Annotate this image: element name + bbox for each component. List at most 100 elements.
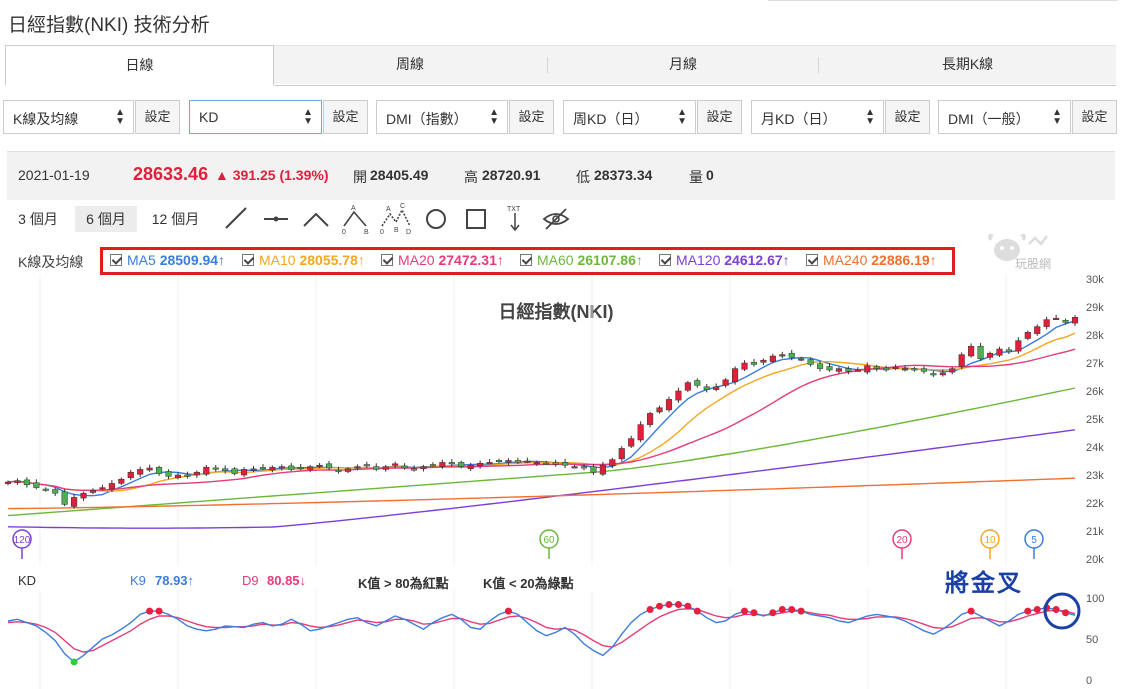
candle-body — [816, 363, 824, 369]
indicator-select-4[interactable]: 周KD（日） ▲ ▼ — [563, 100, 696, 134]
candle-body — [250, 468, 257, 471]
ma20-legend[interactable]: MA20 27472.31↑ — [381, 252, 504, 268]
tab-monthly[interactable]: 月線 — [548, 45, 818, 83]
overbought-dot — [656, 602, 664, 610]
tab-long-term[interactable]: 長期K線 — [819, 45, 1116, 83]
ma120-legend[interactable]: MA120 24612.67↑ — [659, 252, 790, 268]
ma240-legend[interactable]: MA240 22886.19↑ — [806, 252, 937, 268]
candle-body — [675, 390, 682, 401]
ma-period-marker: 10 — [980, 529, 1000, 559]
tab-daily[interactable]: 日線 — [5, 45, 274, 86]
overbought-dot — [1052, 605, 1060, 613]
hide-drawings-icon[interactable] — [542, 208, 570, 230]
settings-button[interactable]: 設定 — [1072, 100, 1117, 134]
candle-body — [533, 462, 540, 465]
candle-body — [873, 366, 880, 369]
ma-period-marker: 60 — [539, 529, 559, 559]
checkbox-icon[interactable] — [242, 254, 254, 266]
drawing-toolbar: A 0 B A C 0 B D TXT — [220, 202, 570, 236]
range-6-months[interactable]: 6 個月 — [75, 206, 137, 232]
select-value: DMI（一般） — [948, 111, 1030, 127]
candle-body — [392, 463, 399, 466]
candlestick-chart[interactable]: 日經指數(NKI) 30k 29k 28k 27k 26k 25k 24k 23k 22k 21k… — [0, 275, 1126, 565]
checkbox-icon[interactable] — [110, 254, 122, 266]
candle-body — [1062, 320, 1069, 323]
volume-value: 0 — [706, 167, 714, 183]
indicator-select-3[interactable]: DMI（指數） ▲ ▼ — [376, 100, 508, 134]
settings-button[interactable]: 設定 — [323, 100, 368, 134]
candle-body — [71, 497, 78, 507]
indicator-select-2[interactable]: KD ▲ ▼ — [189, 100, 322, 134]
candle-body — [939, 372, 946, 376]
line-tool-icon[interactable] — [220, 202, 250, 236]
select-value: K線及均線 — [13, 111, 79, 127]
candle-body — [420, 466, 427, 469]
overbought-dot — [778, 605, 786, 613]
ma-name: MA20 — [398, 252, 435, 268]
ma-value: 24612.67↑ — [724, 252, 790, 268]
candle-body — [307, 466, 314, 470]
candle-body — [845, 368, 852, 372]
indicator-select-5[interactable]: 月KD（日） ▲ ▼ — [751, 100, 884, 134]
checkbox-icon[interactable] — [381, 254, 393, 266]
candle-body — [1005, 349, 1012, 353]
candle-body — [835, 368, 842, 372]
text-tool-icon[interactable]: TXT — [507, 206, 521, 232]
select-value: 月KD（日） — [761, 111, 837, 127]
candle-body — [920, 368, 927, 372]
settings-button[interactable]: 設定 — [509, 100, 554, 134]
abcd-pattern-icon[interactable]: A C 0 B D — [380, 203, 411, 236]
overbought-dot — [769, 609, 777, 617]
overbought-dot — [504, 607, 512, 615]
candle-body — [826, 366, 833, 371]
ma60-legend[interactable]: MA60 26107.86↑ — [520, 252, 643, 268]
candle-body — [901, 368, 909, 371]
candle-body — [930, 373, 937, 376]
overbought-dot — [693, 607, 701, 615]
y-tick-label: 50 — [1086, 634, 1098, 646]
candle-body — [807, 359, 814, 365]
tab-weekly[interactable]: 周線 — [275, 45, 545, 83]
overbought-dot — [741, 607, 749, 615]
circle-tool-icon[interactable] — [426, 209, 446, 229]
candle-body — [241, 469, 248, 476]
ma10-legend[interactable]: MA10 28055.78↑ — [242, 252, 365, 268]
candle-body — [89, 490, 97, 493]
select-arrows-icon: ▲ ▼ — [115, 107, 125, 127]
angle-tool-icon[interactable] — [300, 202, 330, 236]
high-value: 28720.91 — [482, 167, 541, 183]
tool-label-txt: TXT — [507, 206, 521, 213]
range-12-months[interactable]: 12 個月 — [143, 206, 208, 232]
select-arrows-icon: ▲ ▼ — [865, 107, 875, 127]
ma-value: 27472.31↑ — [438, 252, 504, 268]
ma-name: MA240 — [823, 252, 868, 268]
checkbox-icon[interactable] — [659, 254, 671, 266]
ma5-legend[interactable]: MA5 28509.94↑ — [110, 252, 225, 268]
d9-line — [7, 607, 1076, 653]
top-divider — [768, 0, 1118, 1]
y-tick-label: 25k — [1086, 414, 1104, 426]
candle-body — [439, 462, 446, 467]
candle-body — [165, 471, 172, 477]
rectangle-tool-icon[interactable] — [466, 209, 486, 229]
checkbox-icon[interactable] — [806, 254, 818, 266]
logo-text: 玩股網 — [1015, 257, 1051, 271]
candle-body — [741, 362, 748, 370]
candle-body — [193, 471, 200, 476]
abc-pattern-icon[interactable]: A 0 B — [342, 205, 369, 236]
ma-period-marker: 5 — [1024, 529, 1044, 559]
candle-body — [458, 462, 465, 467]
range-3-months[interactable]: 3 個月 — [8, 206, 68, 232]
horizontal-line-tool-icon[interactable] — [260, 202, 290, 236]
settings-button[interactable]: 設定 — [885, 100, 930, 134]
candle-body — [656, 407, 663, 413]
kd-label: KD — [18, 573, 37, 588]
checkbox-icon[interactable] — [520, 254, 532, 266]
kd-chart[interactable]: 100 50 0 — [0, 590, 1126, 689]
candle-body — [288, 465, 295, 470]
settings-button[interactable]: 設定 — [697, 100, 742, 134]
settings-button[interactable]: 設定 — [135, 100, 180, 134]
candle-body — [514, 460, 521, 463]
indicator-select-1[interactable]: K線及均線 ▲ ▼ — [3, 100, 134, 134]
indicator-select-6[interactable]: DMI（一般） ▲ ▼ — [938, 100, 1071, 134]
